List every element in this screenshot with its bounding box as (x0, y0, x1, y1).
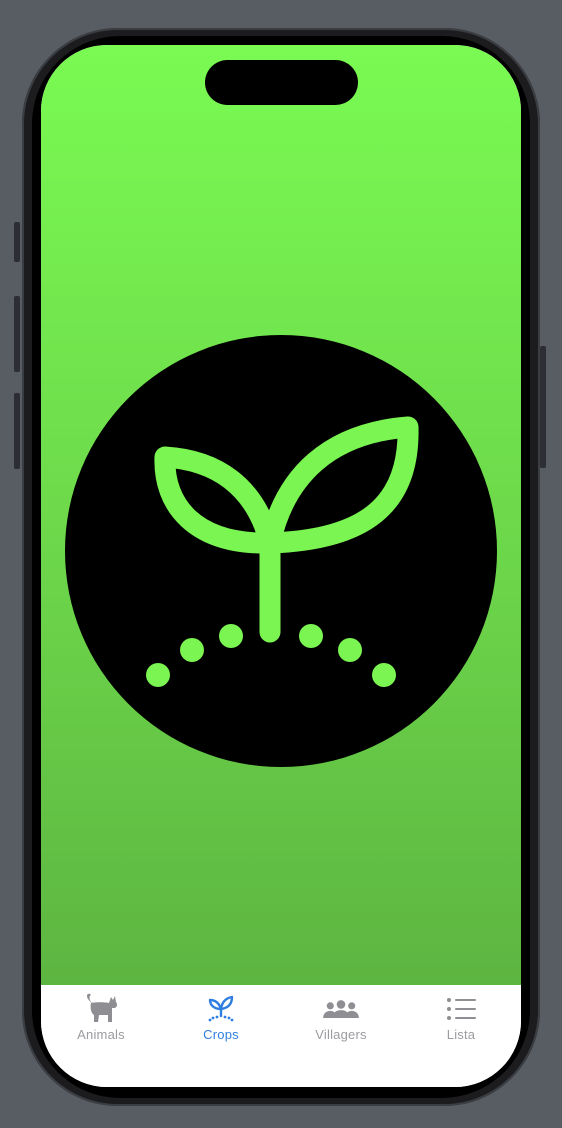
crops-view (41, 45, 521, 985)
tab-villagers[interactable]: Villagers (281, 985, 401, 1045)
volume-up-button (14, 296, 20, 372)
tab-crops-label: Crops (203, 1027, 239, 1042)
dynamic-island (205, 60, 358, 105)
tab-animals-label: Animals (77, 1027, 125, 1042)
tab-bar: Animals Crops Villagers Lista (41, 985, 521, 1087)
list-icon (441, 991, 481, 1025)
tab-animals[interactable]: Animals (41, 985, 161, 1045)
sprout-icon (65, 335, 497, 767)
tab-villagers-label: Villagers (315, 1027, 367, 1042)
sprout-icon (201, 991, 241, 1025)
power-button (540, 346, 546, 468)
tab-lista-label: Lista (446, 1027, 476, 1042)
volume-down-button (14, 393, 20, 469)
cat-icon (81, 991, 121, 1025)
tab-crops[interactable]: Crops (161, 985, 281, 1045)
action-button (14, 222, 20, 262)
screen: Animals Crops Villagers Lista (41, 45, 521, 1087)
people-icon (321, 991, 361, 1025)
tab-lista[interactable]: Lista (401, 985, 521, 1045)
